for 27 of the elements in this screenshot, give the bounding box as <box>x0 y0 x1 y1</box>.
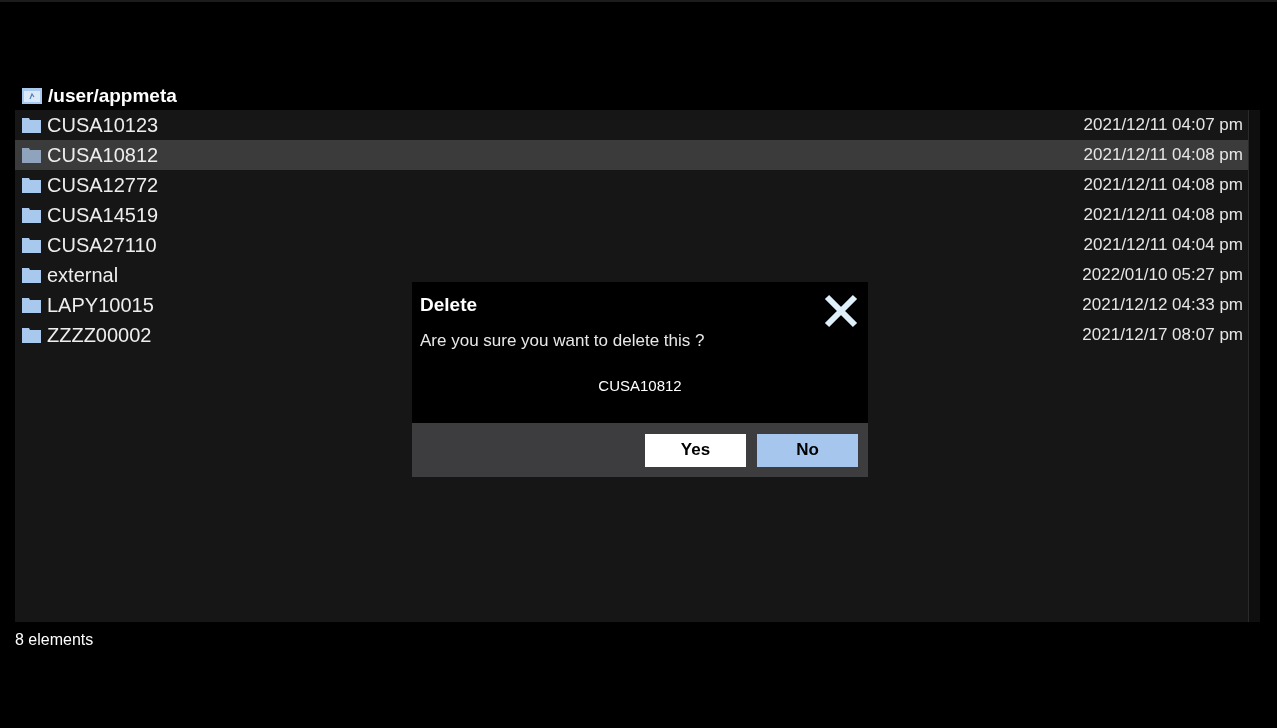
close-button[interactable] <box>822 292 860 330</box>
folder-link-icon <box>22 88 42 104</box>
item-name: CUSA10812 <box>598 376 682 396</box>
element-count: 8 elements <box>15 630 95 650</box>
file-name[interactable]: CUSA10123 <box>47 110 159 140</box>
modified-date: 2021/12/12 04:33 pm <box>1082 294 1243 317</box>
selected-file-row[interactable]: CUSA10812 2021/12/11 04:08 pm <box>15 140 1248 170</box>
file-name[interactable]: CUSA10812 <box>47 140 159 170</box>
file-name[interactable]: CUSA14519 <box>47 200 159 230</box>
modified-date: 2021/12/11 04:07 pm <box>1083 114 1243 137</box>
dialog-button[interactable]: No <box>757 433 858 467</box>
modified-date: 2022/01/10 05:27 pm <box>1082 264 1243 287</box>
modified-date: 2021/12/11 04:08 pm <box>1083 204 1243 227</box>
current-path: /user/appmeta <box>48 83 177 108</box>
modified-date: 2021/12/17 08:07 pm <box>1082 324 1243 347</box>
dialog-message: Are you sure you want to delete this ? <box>420 329 705 352</box>
file-name[interactable]: LAPY10015 <box>47 290 154 320</box>
close-icon <box>823 293 859 329</box>
dialog-button[interactable]: Yes <box>645 433 746 467</box>
file-name[interactable]: external <box>47 260 119 290</box>
modified-date: 2021/12/11 04:04 pm <box>1083 234 1243 257</box>
dialog-title: Delete <box>420 293 478 317</box>
file-name[interactable]: ZZZZ00002 <box>47 320 152 350</box>
file-name[interactable]: CUSA27110 <box>47 230 157 260</box>
file-name[interactable]: CUSA12772 <box>47 170 159 200</box>
modified-date: 2021/12/11 04:08 pm <box>1083 174 1243 197</box>
modified-date: 2021/12/11 04:08 pm <box>1083 144 1243 167</box>
